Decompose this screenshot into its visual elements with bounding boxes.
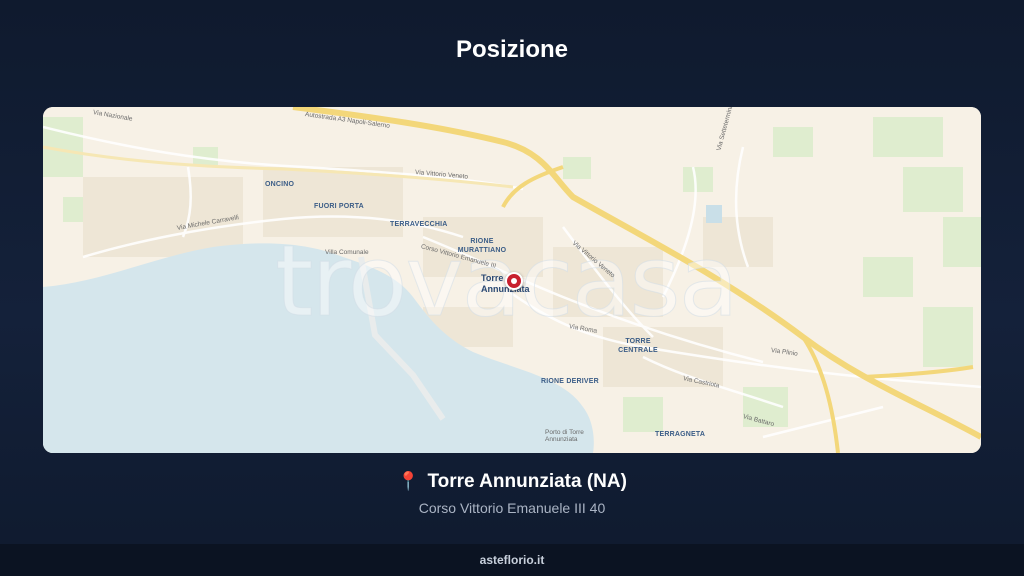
district-label: FUORI PORTA — [314, 203, 364, 210]
district-label: ONCINO — [265, 181, 295, 188]
road-label: Porto di Torre Annunziata — [545, 429, 584, 443]
map-pin-icon: 📍 — [397, 471, 420, 491]
page-title: Posizione — [455, 36, 569, 63]
district-label: TERRAGNETA — [655, 431, 706, 438]
road-label: Villa Comunale — [325, 249, 369, 256]
location-address: Corso Vittorio Emanuele III 40 — [418, 500, 606, 516]
district-label: RIONE MURATTIANO — [457, 238, 507, 254]
map[interactable]: trovacasa ONCINO FUORI PORTA TERRAVECCHI… — [43, 107, 981, 453]
district-label: TERRAVECCHIA — [390, 221, 448, 228]
footer-site[interactable]: asteflorio.it — [480, 553, 545, 567]
location-title: 📍 Torre Annunziata (NA) — [0, 471, 1024, 493]
location-marker-icon[interactable] — [505, 272, 523, 290]
footer: asteflorio.it — [0, 544, 1024, 576]
location-name: Torre Annunziata (NA) — [427, 471, 627, 492]
city-label-line: Annunziata — [481, 284, 530, 294]
district-label: RIONE DERIVER — [541, 378, 599, 385]
district-label: TORRE CENTRALE — [618, 338, 658, 354]
